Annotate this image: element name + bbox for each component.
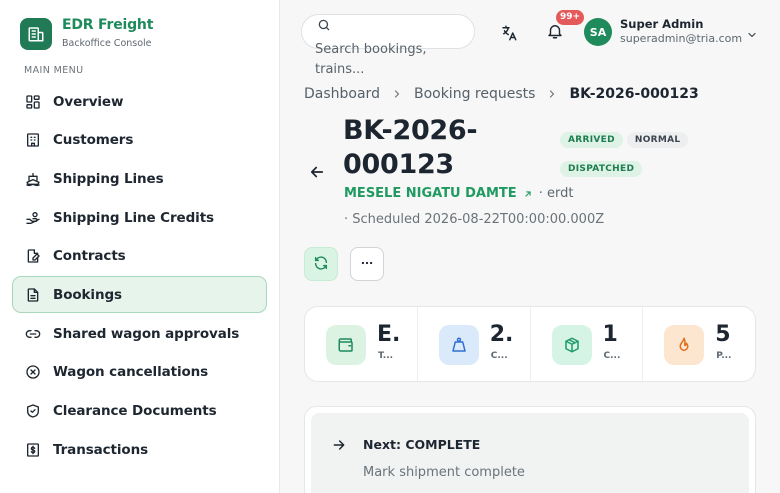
sidebar-item-label: Shipping Lines bbox=[53, 170, 164, 187]
sidebar-menu: Overview Customers Shipping Lines Shippi… bbox=[12, 83, 267, 470]
priority-badge: NORMAL bbox=[626, 132, 689, 148]
sidebar-item-bookings[interactable]: Bookings bbox=[12, 276, 267, 314]
wallet-icon bbox=[326, 325, 366, 365]
arrow-right-icon bbox=[331, 437, 347, 457]
breadcrumb-dashboard[interactable]: Dashboard bbox=[304, 86, 380, 102]
next-step-card: Next: COMPLETE Mark shipment complete bbox=[304, 406, 756, 493]
stat-label: C... bbox=[490, 351, 508, 361]
sidebar-item-transactions[interactable]: Transactions bbox=[12, 431, 267, 468]
sidebar-item-shared-wagon-approvals[interactable]: Shared wagon approvals bbox=[12, 315, 267, 352]
stat-priority[interactable]: 5 P... bbox=[643, 307, 755, 381]
sidebar-item-label: Wagon cancellations bbox=[53, 364, 209, 381]
stat-value: 1 bbox=[602, 322, 618, 347]
more-options-button[interactable] bbox=[350, 247, 384, 281]
stat-label: P... bbox=[716, 351, 732, 361]
stat-value: 5 bbox=[715, 322, 731, 347]
status-tags: ARRIVED NORMAL DISPATCHED bbox=[560, 127, 710, 185]
avatar[interactable]: SA bbox=[584, 18, 612, 46]
x-circle-icon bbox=[24, 363, 42, 381]
sidebar-item-label: Overview bbox=[53, 93, 124, 110]
stat-value: 2. bbox=[489, 322, 514, 347]
sidebar-item-label: Shared wagon approvals bbox=[53, 325, 240, 342]
notification-badge: 99+ bbox=[556, 10, 585, 25]
shield-check-icon bbox=[24, 402, 42, 420]
sidebar: EDR Freight Backoffice Console MAIN MENU… bbox=[0, 0, 280, 493]
brand[interactable]: EDR Freight Backoffice Console bbox=[20, 16, 153, 51]
file-signature-icon bbox=[24, 247, 42, 265]
sidebar-item-wagon-cancellations[interactable]: Wagon cancellations bbox=[12, 354, 267, 391]
customer-row: MESELE NIGATU DAMTE · erdt bbox=[344, 186, 573, 201]
flame-icon bbox=[664, 325, 705, 365]
weight-icon bbox=[438, 325, 479, 365]
stat-label: C... bbox=[603, 351, 621, 361]
scheduled-date: · Scheduled 2026-08-22T00:00:00.000Z bbox=[344, 212, 605, 227]
building-icon bbox=[24, 131, 42, 149]
building-logo-icon bbox=[20, 17, 52, 50]
stats-card: E. T... 2. C... 1 C... 5 P... bbox=[304, 306, 756, 382]
file-text-icon bbox=[24, 286, 42, 304]
package-icon bbox=[551, 325, 592, 365]
sidebar-item-contracts[interactable]: Contracts bbox=[12, 238, 267, 275]
chevron-right-icon bbox=[546, 88, 558, 100]
sidebar-item-label: Transactions bbox=[53, 441, 149, 458]
next-step-description: Mark shipment complete bbox=[363, 465, 525, 480]
status-badge-arrived: ARRIVED bbox=[560, 132, 623, 148]
stat-containers[interactable]: 1 C... bbox=[531, 307, 644, 381]
grid-icon bbox=[24, 93, 42, 111]
back-arrow-icon[interactable] bbox=[308, 163, 328, 183]
search-placeholder: Search bookings, trains... bbox=[315, 42, 427, 77]
hand-coins-icon bbox=[24, 209, 42, 227]
stat-weight[interactable]: 2. C... bbox=[418, 307, 531, 381]
user-name[interactable]: Super Admin bbox=[620, 17, 703, 31]
sidebar-item-label: Shipping Line Credits bbox=[53, 209, 214, 226]
breadcrumb: Dashboard Booking requests BK-2026-00012… bbox=[304, 86, 699, 102]
sidebar-item-shipping-line-credits[interactable]: Shipping Line Credits bbox=[12, 199, 267, 236]
user-email: superadmin@tria.com bbox=[620, 32, 743, 45]
status-badge-dispatched: DISPATCHED bbox=[560, 161, 643, 177]
sidebar-item-label: Bookings bbox=[53, 286, 122, 303]
sidebar-item-customers[interactable]: Customers bbox=[12, 122, 267, 159]
breadcrumb-current: BK-2026-000123 bbox=[569, 86, 699, 102]
stat-value: E. bbox=[377, 322, 401, 347]
customer-meta: · erdt bbox=[538, 186, 574, 201]
sidebar-item-label: Clearance Documents bbox=[53, 403, 217, 419]
stat-label: T... bbox=[378, 351, 394, 361]
sidebar-item-clearance-documents[interactable]: Clearance Documents bbox=[12, 393, 267, 430]
search-icon bbox=[317, 17, 331, 36]
link-icon bbox=[24, 325, 42, 343]
external-link-icon[interactable] bbox=[523, 189, 533, 199]
menu-heading: MAIN MENU bbox=[24, 65, 84, 76]
page-title: BK-2026-000123 bbox=[343, 115, 478, 180]
more-horizontal-icon bbox=[360, 256, 374, 273]
chevron-down-icon[interactable] bbox=[746, 26, 758, 45]
next-step-action[interactable]: Next: COMPLETE Mark shipment complete bbox=[311, 413, 749, 493]
ship-icon bbox=[24, 170, 42, 188]
sidebar-item-label: Contracts bbox=[53, 248, 126, 265]
chevron-right-icon bbox=[391, 88, 403, 100]
dollar-receipt-icon bbox=[24, 441, 42, 459]
breadcrumb-booking-requests[interactable]: Booking requests bbox=[414, 86, 535, 102]
refresh-icon bbox=[313, 255, 329, 274]
stat-total[interactable]: E. T... bbox=[305, 307, 418, 381]
bell-icon[interactable] bbox=[546, 22, 566, 42]
sidebar-item-overview[interactable]: Overview bbox=[12, 83, 267, 120]
translate-icon[interactable] bbox=[500, 24, 518, 42]
sidebar-item-label: Customers bbox=[53, 132, 134, 149]
brand-subtitle: Backoffice Console bbox=[62, 38, 152, 49]
customer-link[interactable]: MESELE NIGATU DAMTE bbox=[344, 186, 517, 201]
sidebar-item-shipping-lines[interactable]: Shipping Lines bbox=[12, 160, 267, 197]
search-input[interactable]: Search bookings, trains... bbox=[301, 14, 475, 77]
brand-name: EDR Freight bbox=[62, 17, 154, 33]
refresh-button[interactable] bbox=[304, 247, 338, 281]
next-step-title: Next: COMPLETE bbox=[363, 437, 481, 452]
